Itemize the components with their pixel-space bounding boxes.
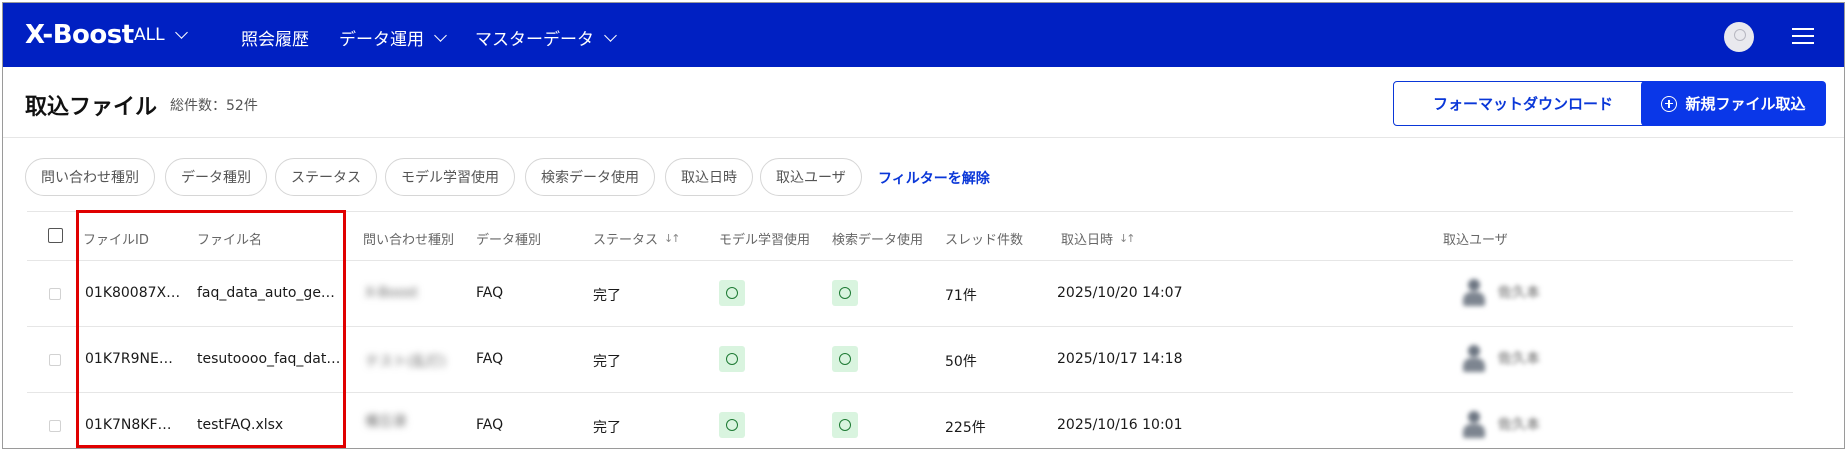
inquiry-type: テスト(乱打)	[365, 354, 446, 370]
data-type: FAQ	[476, 285, 504, 301]
button-label: 新規ファイル取込	[1685, 95, 1806, 113]
nav-item-label: データ運用	[339, 30, 424, 50]
import-date: 2025/10/20 14:07	[1057, 285, 1183, 301]
button-label: フォーマットダウンロード	[1432, 95, 1613, 113]
sort-icon[interactable]: ↓↑	[664, 232, 681, 245]
model-training-ok-icon	[719, 412, 745, 438]
import-user: 佐久本	[1460, 409, 1540, 439]
col-inquiry-type: 問い合わせ種別	[363, 233, 455, 248]
data-type: FAQ	[476, 417, 504, 433]
logo-text: X-Boost	[25, 20, 134, 50]
user-avatar-icon	[1460, 343, 1488, 373]
import-date: 2025/10/17 14:18	[1057, 351, 1183, 367]
import-date: 2025/10/16 10:01	[1057, 417, 1183, 433]
model-training-ok-icon	[719, 280, 745, 306]
filter-chip-import-date[interactable]: 取込日時	[665, 158, 753, 196]
thread-count: 225件	[945, 420, 986, 436]
filter-chip-search-data[interactable]: 検索データ使用	[525, 158, 655, 196]
row-checkbox[interactable]	[49, 420, 61, 432]
data-type: FAQ	[476, 351, 504, 367]
model-training-ok-icon	[719, 346, 745, 372]
nav-item-all[interactable]: ALL	[134, 25, 188, 45]
chevron-down-icon	[434, 28, 447, 42]
status: 完了	[593, 354, 621, 370]
thread-count: 50件	[945, 354, 977, 370]
filter-chip-data-type[interactable]: データ種別	[165, 158, 267, 196]
app-logo[interactable]: X-Boost	[25, 20, 134, 50]
nav-item-master-data[interactable]: マスターデータ	[475, 25, 617, 50]
nav-item-label: 照会履歴	[241, 30, 309, 50]
select-all-checkbox[interactable]	[48, 228, 63, 243]
nav-item-inquiry-history[interactable]: 照会履歴	[241, 25, 309, 50]
user-avatar-icon	[1460, 277, 1488, 307]
header-divider	[3, 137, 1844, 138]
search-data-ok-icon	[832, 280, 858, 306]
filter-chip-status[interactable]: ステータス	[275, 158, 377, 196]
import-user: 佐久本	[1460, 277, 1540, 307]
format-download-button[interactable]: フォーマットダウンロード	[1393, 81, 1653, 126]
nav-item-label: マスターデータ	[475, 30, 594, 50]
col-import-date[interactable]: 取込日時 ↓↑	[1061, 229, 1136, 248]
row-checkbox[interactable]	[49, 354, 61, 366]
app-window: X-Boost ALL 照会履歴 データ運用 マスターデータ 取込ファイル 総件…	[2, 2, 1845, 449]
nav-item-data-operation[interactable]: データ運用	[339, 25, 447, 50]
status: 完了	[593, 420, 621, 436]
filter-chip-import-user[interactable]: 取込ユーザ	[760, 158, 862, 196]
total-count: 総件数：52件	[170, 98, 258, 114]
filter-chip-model-training[interactable]: モデル学習使用	[385, 158, 515, 196]
user-avatar-icon[interactable]	[1724, 22, 1754, 52]
col-search-data: 検索データ使用	[832, 233, 924, 248]
status: 完了	[593, 288, 621, 304]
user-avatar-icon	[1460, 409, 1488, 439]
col-thread-count: スレッド件数	[945, 233, 1024, 248]
inquiry-type: X-Boost	[365, 285, 418, 301]
row-checkbox[interactable]	[49, 288, 61, 300]
page-title: 取込ファイル	[25, 95, 158, 120]
sort-icon[interactable]: ↓↑	[1119, 232, 1136, 245]
annotation-highlight-box	[76, 210, 346, 448]
col-data-type: データ種別	[476, 233, 542, 248]
inquiry-type: 備忘录	[365, 414, 407, 430]
clear-filters-link[interactable]: フィルターを解除	[878, 168, 990, 188]
chevron-down-icon	[174, 26, 188, 39]
thread-count: 71件	[945, 288, 977, 304]
import-user: 佐久本	[1460, 343, 1540, 373]
top-nav-bar: X-Boost ALL 照会履歴 データ運用 マスターデータ	[3, 3, 1844, 67]
hamburger-menu-icon[interactable]	[1792, 27, 1814, 45]
filter-chip-inquiry-type[interactable]: 問い合わせ種別	[25, 158, 155, 196]
plus-circle-icon	[1661, 95, 1678, 112]
col-status[interactable]: ステータス ↓↑	[593, 229, 681, 248]
col-import-user: 取込ユーザ	[1443, 233, 1508, 248]
col-model-training: モデル学習使用	[719, 233, 811, 248]
search-data-ok-icon	[832, 346, 858, 372]
search-data-ok-icon	[832, 412, 858, 438]
chevron-down-icon	[604, 28, 617, 42]
nav-item-label: ALL	[134, 25, 165, 45]
new-file-import-button[interactable]: 新規ファイル取込	[1641, 81, 1826, 126]
